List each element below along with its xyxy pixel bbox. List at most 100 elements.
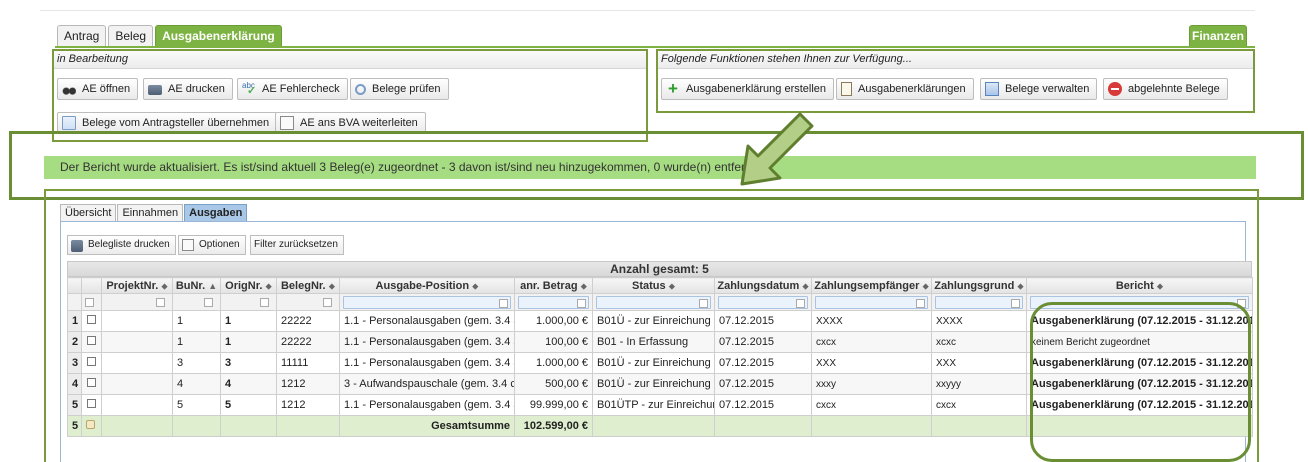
cell-grund: cxcx — [931, 394, 1027, 416]
ae-drucken-button[interactable]: AE drucken — [143, 78, 233, 100]
header-select — [81, 277, 102, 294]
sort-ascending-icon: ▲ — [208, 280, 218, 291]
button-label: abgelehnte Belege — [1128, 83, 1220, 95]
tab-einnahmen[interactable]: Einnahmen — [117, 204, 184, 221]
row-select-cell — [81, 373, 102, 395]
abgelehnte-belege-button[interactable]: abgelehnte Belege — [1103, 78, 1228, 100]
header-ausgabe-position[interactable]: Ausgabe-Position ⬥ — [339, 277, 515, 294]
button-label: AE öffnen — [82, 83, 131, 95]
sort-icon: ⬥ — [161, 280, 168, 291]
cell-orignr: 5 — [220, 394, 277, 416]
header-bericht[interactable]: Bericht ⬥ — [1026, 277, 1253, 294]
header-projektnr[interactable]: ProjektNr. ⬥ — [101, 277, 173, 294]
tab-finanzen[interactable]: Finanzen — [1189, 25, 1247, 47]
filter-cell — [592, 293, 715, 311]
header-orignr[interactable]: OrigNr. ⬥ — [220, 277, 277, 294]
button-label: Filter zurücksetzen — [254, 239, 338, 250]
ae-oeffnen-button[interactable]: AE öffnen — [57, 78, 139, 100]
header-belegnr[interactable]: BelegNr. ⬥ — [276, 277, 340, 294]
filter-ausgabe-position[interactable] — [343, 295, 511, 309]
tab-ausgaben[interactable]: Ausgaben — [184, 204, 248, 221]
filter-cell — [339, 293, 515, 311]
sum-empty — [592, 415, 715, 437]
printer-icon — [148, 85, 162, 95]
sort-icon: ⬥ — [328, 280, 335, 291]
header-bunr[interactable]: BuNr. ▲ — [172, 277, 221, 294]
cell-status: B01Ü - zur Einreichung — [592, 373, 715, 395]
belege-verwalten-button[interactable]: Belege verwalten — [980, 78, 1098, 100]
filter-zahlungsgrund[interactable] — [935, 295, 1023, 309]
header-zahlungsgrund[interactable]: Zahlungsgrund ⬥ — [931, 277, 1027, 294]
cell-orignr: 1 — [220, 310, 277, 332]
button-label: AE drucken — [168, 83, 225, 95]
sort-icon: ⬥ — [1156, 280, 1164, 291]
cell-betrag: 100,00 € — [514, 331, 593, 353]
filter-zahlungsempfaenger[interactable] — [815, 295, 928, 309]
header-label: anr. Betrag — [520, 279, 578, 292]
row-select-cell — [81, 394, 102, 416]
printer-icon — [71, 240, 83, 252]
cell-status: B01 - In Erfassung — [592, 331, 715, 353]
reject-icon — [1108, 82, 1122, 96]
cell-status: B01ÜTP - zur Einreichung — [592, 394, 715, 416]
row-checkbox[interactable] — [87, 357, 96, 366]
top-separator — [40, 10, 1255, 11]
cell-projektnr — [101, 310, 173, 332]
sort-icon: ⬥ — [1017, 280, 1024, 291]
cell-belegnr: 22222 — [276, 310, 340, 332]
belege-pruefen-button[interactable]: Belege prüfen — [350, 78, 449, 100]
row-checkbox[interactable] — [87, 378, 96, 387]
grid-title: Anzahl gesamt: 5 — [67, 261, 1252, 277]
header-zahlungsdatum[interactable]: Zahlungsdatum ⬥ — [714, 277, 812, 294]
cell-orignr: 4 — [220, 373, 277, 395]
cell-position: 1.1 - Personalausgaben (gem. 3.4 a) — [339, 352, 515, 374]
filter-projektnr[interactable] — [105, 296, 169, 309]
cell-grund: xcxc — [931, 331, 1027, 353]
header-zahlungsempfaenger[interactable]: Zahlungsempfänger ⬥ — [811, 277, 932, 294]
filter-zahlungsdatum[interactable] — [718, 295, 808, 309]
sort-icon: ⬥ — [472, 280, 479, 291]
filter-cell — [67, 293, 82, 311]
sum-empty — [276, 415, 340, 437]
row-select-cell — [81, 310, 102, 332]
button-label: Belegliste drucken — [88, 239, 170, 250]
cell-datum: 07.12.2015 — [714, 310, 812, 332]
header-label: Zahlungsgrund — [934, 279, 1015, 292]
button-label: AE ans BVA weiterleiten — [300, 117, 418, 129]
row-number: 5 — [67, 394, 82, 416]
cell-belegnr: 1212 — [276, 394, 340, 416]
ausgabenerklaerung-erstellen-button[interactable]: + Ausgabenerklärung erstellen — [661, 78, 835, 100]
cell-position: 1.1 - Personalausgaben (gem. 3.4 a) — [339, 331, 515, 353]
header-status[interactable]: Status ⬥ — [592, 277, 715, 294]
filter-orignr[interactable] — [224, 296, 273, 309]
cell-grund: XXXX — [931, 310, 1027, 332]
filter-betrag[interactable] — [518, 295, 589, 309]
filter-zuruecksetzen-button[interactable]: Filter zurücksetzen — [250, 235, 344, 255]
tab-antrag[interactable]: Antrag — [57, 25, 107, 47]
filter-belegnr[interactable] — [280, 296, 336, 309]
row-number: 4 — [67, 373, 82, 395]
header-betrag[interactable]: anr. Betrag ⬥ — [514, 277, 593, 294]
filter-cell — [714, 293, 812, 311]
cell-betrag: 1.000,00 € — [514, 352, 593, 374]
tab-ausgabenerklaerung[interactable]: Ausgabenerklärung — [155, 25, 282, 47]
belegliste-drucken-button[interactable]: Belegliste drucken — [67, 235, 176, 255]
tab-beleg[interactable]: Beleg — [108, 25, 154, 47]
optionen-button[interactable]: Optionen — [178, 235, 246, 255]
filter-icon[interactable] — [85, 296, 98, 309]
filter-status[interactable] — [596, 295, 711, 309]
row-checkbox[interactable] — [87, 336, 96, 345]
row-checkbox[interactable] — [87, 399, 96, 408]
cell-empfaenger: XXX — [811, 352, 932, 374]
filter-bunr[interactable] — [176, 296, 217, 309]
header-label: OrigNr. — [225, 279, 263, 292]
ae-fehlercheck-button[interactable]: abc AE Fehlercheck — [237, 78, 348, 100]
header-label: Ausgabe-Position — [375, 279, 470, 292]
ausgabenerklaerungen-button[interactable]: Ausgabenerklärungen — [836, 78, 974, 100]
cell-projektnr — [101, 352, 173, 374]
cell-projektnr — [101, 331, 173, 353]
header-label: BelegNr. — [280, 279, 326, 292]
row-checkbox[interactable] — [87, 315, 96, 324]
tab-uebersicht[interactable]: Übersicht — [60, 204, 117, 221]
button-label: Optionen — [199, 239, 240, 250]
